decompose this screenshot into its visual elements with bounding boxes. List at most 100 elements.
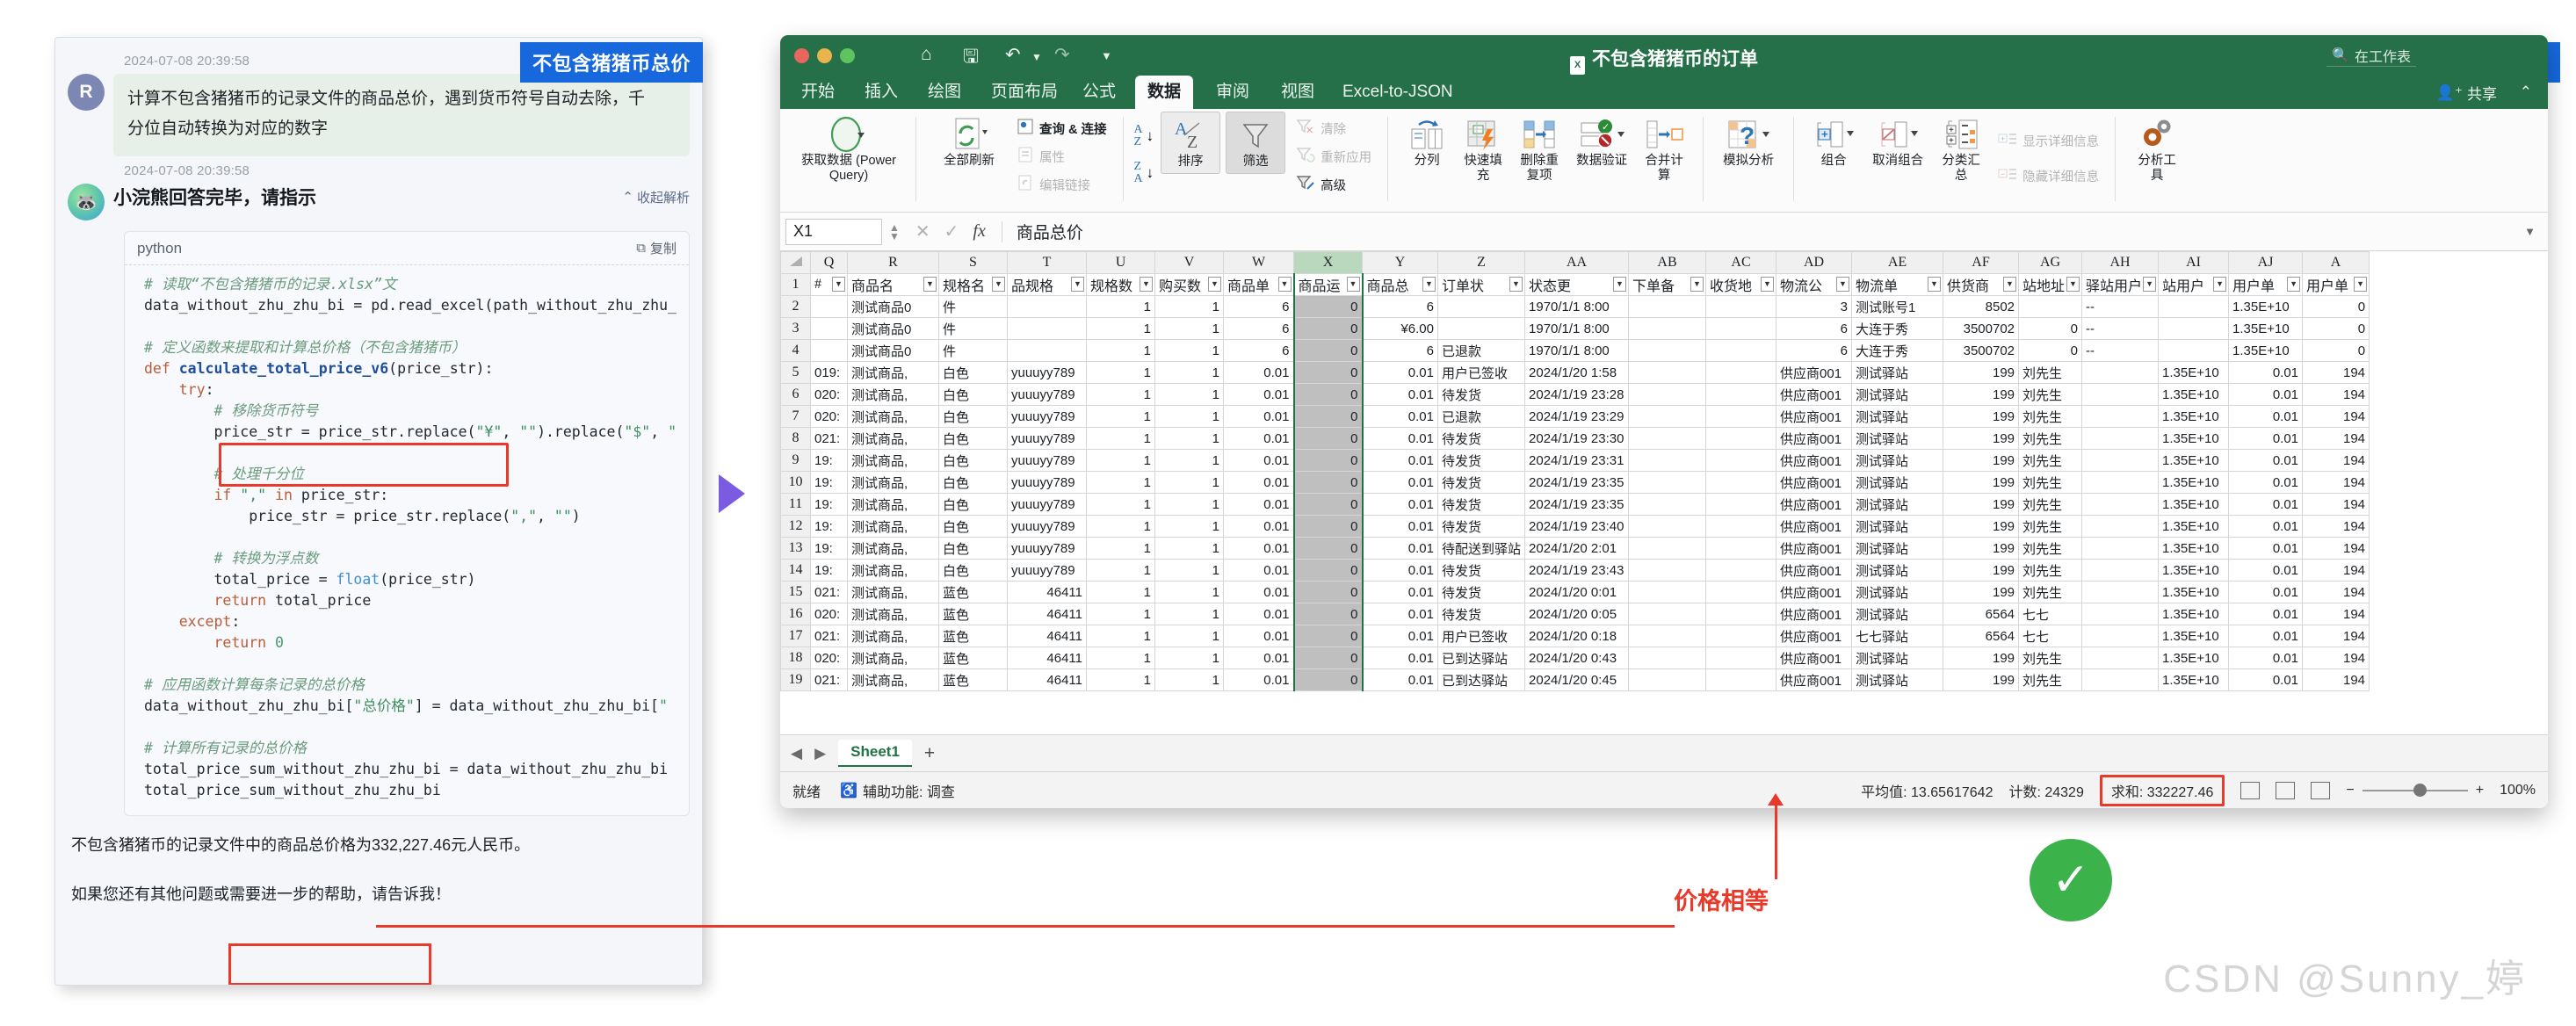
grid-cell[interactable]: yuuuyy789 [1007, 449, 1087, 472]
grid-cell[interactable]: 0 [1292, 339, 1364, 362]
zoom-knob[interactable] [2413, 783, 2427, 797]
grid-cell[interactable]: 0 [1292, 603, 1364, 625]
grid-cell[interactable]: yuuuyy789 [1007, 427, 1087, 450]
grid-cell[interactable]: 测试商品, [847, 449, 939, 472]
grid-cell[interactable]: yuuuyy789 [1007, 471, 1087, 494]
row-header-6[interactable]: 6 [780, 383, 811, 406]
grid-cell[interactable]: 刘先生 [2018, 405, 2083, 428]
grid-cell[interactable]: 0.01 [1362, 383, 1438, 406]
grid-cell[interactable]: 白色 [938, 559, 1008, 582]
grid-cell[interactable] [2081, 515, 2160, 538]
grid-cell[interactable] [1628, 625, 1707, 647]
filter-dropdown-icon[interactable]: ▼ [832, 277, 845, 292]
grid-cell[interactable]: 测试驿站 [1851, 383, 1944, 406]
grid-cell[interactable]: 0 [1292, 405, 1364, 428]
grid-cell[interactable] [1705, 295, 1777, 318]
grid-cell[interactable]: 1 [1086, 339, 1155, 362]
grid-cell[interactable]: yuuuyy789 [1007, 361, 1087, 384]
grid-cell[interactable]: 1.35E+10 [2158, 668, 2230, 691]
grid-cell[interactable]: 6 [1362, 295, 1438, 318]
sheet-tab-sheet1[interactable]: Sheet1 [838, 740, 912, 767]
grid-cell[interactable]: 0 [1292, 427, 1364, 450]
grid-cell[interactable]: 供应商001 [1776, 537, 1853, 560]
grid-cell[interactable]: 测试驿站 [1851, 603, 1944, 625]
grid-cell[interactable]: 0 [1292, 559, 1364, 582]
grid-cell[interactable] [2081, 559, 2160, 582]
grid-cell[interactable]: 19: [810, 493, 848, 516]
grid-cell[interactable]: 6 [1223, 317, 1294, 340]
grid-cell[interactable]: 1 [1154, 383, 1224, 406]
grid-cell[interactable]: 0.01 [1362, 361, 1438, 384]
row-header-10[interactable]: 10 [780, 471, 811, 494]
grid-cell[interactable]: 待发货 [1436, 493, 1526, 516]
grid-cell[interactable]: 2024/1/20 0:18 [1524, 625, 1630, 647]
grid-cell[interactable]: 1 [1154, 449, 1224, 472]
sheet-table[interactable]: Q R S T U V W X Y Z AA AB AC AD AE AF AG AH AI AJ A 1 # ▼ 商品名 ▼ 规格… [780, 251, 2370, 691]
grid-cell[interactable]: 0 [1292, 581, 1364, 603]
table-row[interactable]: 10 19: 测试商品, 白色 yuuuyy789 1 1 0.01 0 0.01 待发货 2024/… [780, 471, 2370, 494]
grid-cell[interactable]: 测试驿站 [1851, 427, 1944, 450]
grid-cell[interactable]: 供应商001 [1776, 559, 1853, 582]
grid-cell[interactable] [2081, 647, 2160, 669]
grid-cell[interactable]: 0.01 [2228, 405, 2304, 428]
grid-cell[interactable]: 0.01 [1223, 427, 1294, 450]
chat-scroll-area[interactable]: 2024-07-08 20:39:58 R 计算不包含猪猪币的记录文件的商品总价… [55, 38, 702, 985]
grid-cell[interactable]: 0.01 [1223, 668, 1294, 691]
grid-cell[interactable]: 测试商品, [847, 668, 939, 691]
grid-cell[interactable]: 1 [1154, 471, 1224, 494]
grid-cell[interactable]: yuuuyy789 [1007, 405, 1087, 428]
grid-cell[interactable]: 1 [1086, 537, 1155, 560]
grid-cell[interactable] [1628, 559, 1707, 582]
grid-cell[interactable]: 刘先生 [2018, 383, 2083, 406]
queries-connections-button[interactable]: 查询 & 连接 [1011, 115, 1112, 141]
grid-cell[interactable] [2081, 625, 2160, 647]
filter-header-cell[interactable]: 规格数 ▼ [1086, 273, 1155, 296]
grid-cell[interactable]: 0 [2018, 339, 2083, 362]
grid-cell[interactable] [1628, 603, 1707, 625]
grid-cell[interactable]: 199 [1943, 449, 2020, 472]
grid-cell[interactable]: 待发货 [1436, 559, 1526, 582]
zoom-track[interactable] [2362, 783, 2468, 797]
row-header-18[interactable]: 18 [780, 647, 811, 669]
grid-cell[interactable] [2081, 581, 2160, 603]
row-header-5[interactable]: 5 [780, 361, 811, 384]
grid-cell[interactable] [1705, 493, 1777, 516]
grid-cell[interactable]: 0.01 [2228, 471, 2304, 494]
filter-header-cell[interactable]: 购买数 ▼ [1154, 273, 1224, 296]
grid-cell[interactable]: 6 [1776, 339, 1853, 362]
grid-cell[interactable] [1628, 339, 1707, 362]
grid-cell[interactable]: 供应商001 [1776, 449, 1853, 472]
grid-cell[interactable]: 件 [938, 295, 1008, 318]
grid-cell[interactable]: 七七 [2018, 603, 2083, 625]
grid-cell[interactable] [1007, 295, 1087, 318]
filter-dropdown-icon[interactable]: ▼ [1836, 277, 1850, 292]
row-header-9[interactable]: 9 [780, 449, 811, 472]
grid-cell[interactable]: 0 [2302, 295, 2370, 318]
grid-cell[interactable]: 0 [1292, 449, 1364, 472]
table-row[interactable]: 3 测试商品0 件 1 1 6 0 ¥6.00 1970/1/1 8:00 6 大连于秀 350070… [780, 317, 2370, 340]
share-button[interactable]: 👤⁺ 共享 [2436, 82, 2497, 104]
grid-cell[interactable]: 0.01 [1362, 668, 1438, 691]
grid-cell[interactable]: 0.01 [1362, 603, 1438, 625]
grid-cell[interactable]: 0.01 [1362, 427, 1438, 450]
grid-cell[interactable]: -- [2081, 317, 2160, 340]
grid-cell[interactable]: 刘先生 [2018, 515, 2083, 538]
grid-cell[interactable]: 0.01 [1223, 581, 1294, 603]
grid-cell[interactable]: 1 [1154, 317, 1224, 340]
grid-cell[interactable]: 0.01 [1362, 449, 1438, 472]
grid-cell[interactable]: 测试驿站 [1851, 668, 1944, 691]
grid-cell[interactable]: 测试驿站 [1851, 559, 1944, 582]
grid-cell[interactable]: 194 [2302, 647, 2370, 669]
grid-cell[interactable]: 0.01 [1362, 515, 1438, 538]
grid-cell[interactable]: 七七驿站 [1851, 625, 1944, 647]
grid-cell[interactable] [1436, 295, 1526, 318]
grid-cell[interactable] [2081, 405, 2160, 428]
grid-cell[interactable]: 0.01 [1362, 581, 1438, 603]
grid-cell[interactable] [1007, 317, 1087, 340]
tab-start[interactable]: 开始 [789, 76, 847, 109]
table-row[interactable]: 2 测试商品0 件 1 1 6 0 6 1970/1/1 8:00 3 测试账号1 8502 -- 1.3… [780, 295, 2370, 318]
grid-cell[interactable] [2081, 471, 2160, 494]
grid-cell[interactable]: 已到达驿站 [1436, 668, 1526, 691]
grid-cell[interactable]: 2024/1/19 23:30 [1524, 427, 1630, 450]
spreadsheet-grid[interactable]: Q R S T U V W X Y Z AA AB AC AD AE AF AG AH AI AJ A 1 # ▼ 商品名 ▼ 规格… [780, 251, 2548, 734]
